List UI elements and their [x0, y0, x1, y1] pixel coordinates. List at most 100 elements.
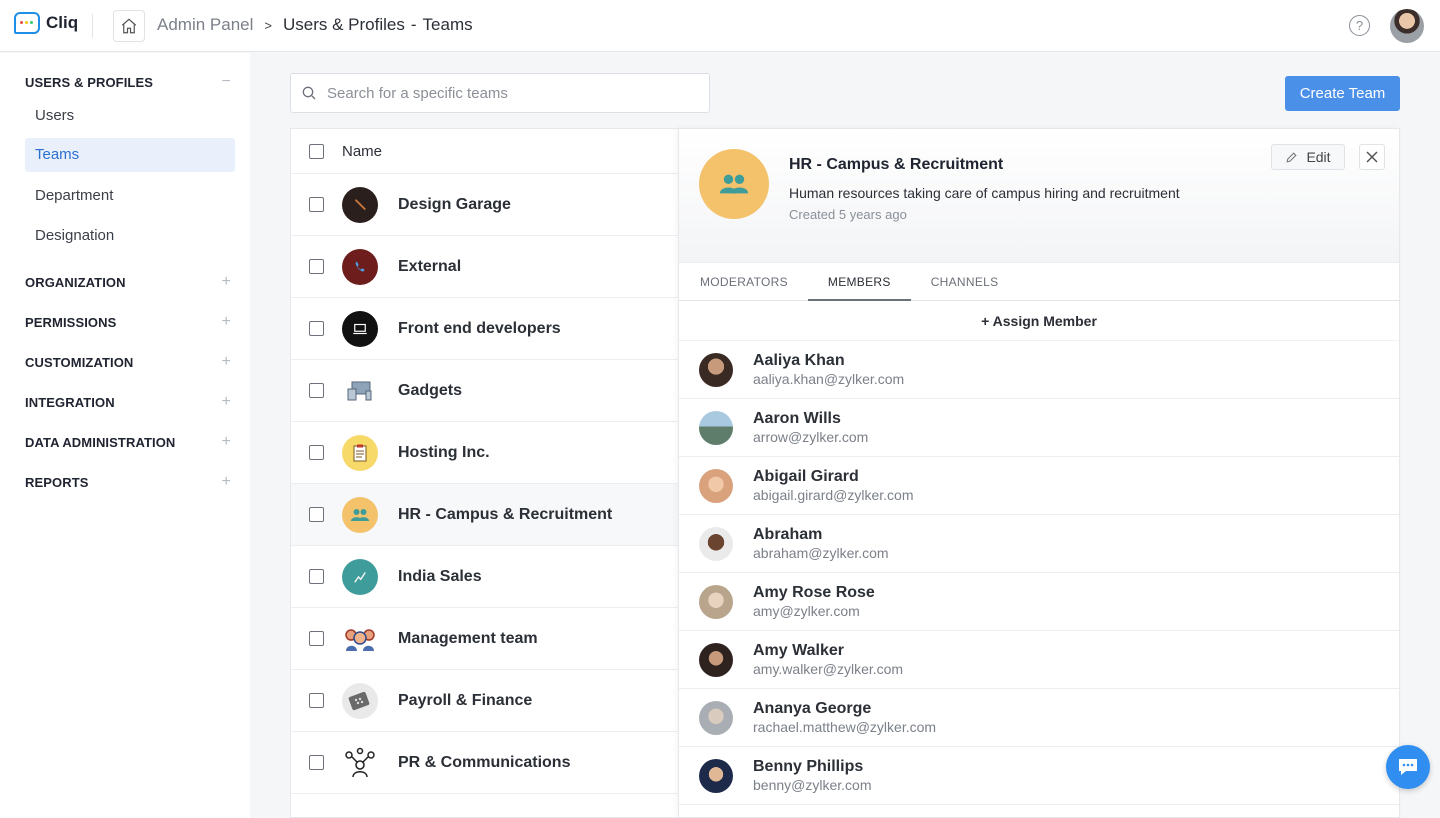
- breadcrumb-dash: -: [410, 15, 417, 34]
- name-column-header: Name: [342, 142, 383, 160]
- home-button[interactable]: [113, 10, 145, 42]
- people-icon: [351, 508, 369, 521]
- member-name: Abraham: [753, 526, 823, 543]
- team-checkbox[interactable]: [309, 259, 324, 274]
- app-logo[interactable]: Cliq: [14, 12, 78, 34]
- home-icon: [121, 18, 137, 34]
- member-avatar: [699, 352, 733, 387]
- sidebar-section-reports[interactable]: REPORTS +: [25, 473, 235, 491]
- team-checkbox[interactable]: [309, 507, 324, 522]
- member-email: aaliya.khan@zylker.com: [753, 371, 905, 387]
- team-checkbox[interactable]: [309, 569, 324, 584]
- network-people-icon: [345, 747, 375, 777]
- team-name: Hosting Inc.: [398, 443, 490, 461]
- team-avatar: [342, 496, 378, 533]
- team-row[interactable]: India Sales: [291, 546, 679, 608]
- team-checkbox[interactable]: [309, 445, 324, 460]
- collapse-icon[interactable]: −: [222, 73, 231, 91]
- breadcrumb-admin-panel[interactable]: Admin Panel: [157, 15, 253, 35]
- sidebar-section-users-profiles[interactable]: USERS & PROFILES −: [25, 73, 235, 91]
- team-avatar: [342, 186, 378, 223]
- edit-team-button[interactable]: Edit: [1271, 144, 1345, 170]
- member-email: benny@zylker.com: [753, 777, 872, 793]
- close-panel-button[interactable]: [1359, 144, 1385, 170]
- laptop-icon: [353, 323, 367, 334]
- sidebar-section-integration[interactable]: INTEGRATION +: [25, 393, 235, 411]
- team-name: External: [398, 257, 462, 275]
- team-name: Design Garage: [398, 195, 511, 213]
- sidebar-item-teams[interactable]: Teams: [25, 138, 235, 172]
- search-input[interactable]: [327, 84, 687, 102]
- edit-label: Edit: [1306, 149, 1331, 165]
- sidebar-section-customization[interactable]: CUSTOMIZATION +: [25, 353, 235, 371]
- team-row[interactable]: PR & Communications: [291, 732, 679, 794]
- expand-icon[interactable]: +: [222, 393, 231, 411]
- team-row[interactable]: Design Garage: [291, 174, 679, 236]
- team-avatar: [342, 558, 378, 595]
- member-name: Amy Walker: [753, 642, 844, 659]
- team-checkbox[interactable]: [309, 197, 324, 212]
- people-icon: [719, 174, 749, 194]
- team-checkbox[interactable]: [309, 693, 324, 708]
- team-name: Front end developers: [398, 319, 561, 337]
- chat-bubble-icon: [1399, 759, 1417, 775]
- team-row[interactable]: Front end developers: [291, 298, 679, 360]
- team-name: HR - Campus & Recruitment: [398, 505, 613, 523]
- team-list-header: Name: [291, 129, 679, 174]
- devices-icon: [347, 381, 372, 400]
- select-all-checkbox[interactable]: [309, 143, 324, 159]
- member-avatar: [699, 526, 733, 561]
- user-avatar[interactable]: [1390, 9, 1424, 43]
- team-row[interactable]: Management team: [291, 608, 679, 670]
- team-checkbox[interactable]: [309, 755, 324, 770]
- team-row[interactable]: External: [291, 236, 679, 298]
- member-row[interactable]: Aaron Wills arrow@zylker.com: [679, 399, 1399, 457]
- member-avatar: [699, 758, 733, 793]
- expand-icon[interactable]: +: [222, 473, 231, 491]
- member-row[interactable]: Amy Walker amy.walker@zylker.com: [679, 631, 1399, 689]
- app-name: Cliq: [46, 13, 79, 32]
- team-name: India Sales: [398, 567, 482, 585]
- member-row[interactable]: Benny Phillips benny@zylker.com: [679, 747, 1399, 805]
- team-checkbox[interactable]: [309, 383, 324, 398]
- help-icon[interactable]: ?: [1349, 15, 1370, 36]
- team-row[interactable]: Gadgets: [291, 360, 679, 422]
- member-row[interactable]: Aaliya Khan aaliya.khan@zylker.com: [679, 341, 1399, 399]
- chat-support-button[interactable]: [1386, 745, 1430, 789]
- team-search[interactable]: [290, 73, 710, 113]
- team-checkbox[interactable]: [309, 321, 324, 336]
- member-row[interactable]: Abigail Girard abigail.girard@zylker.com: [679, 457, 1399, 515]
- assign-member-button[interactable]: + Assign Member: [679, 301, 1399, 341]
- group-icon: [345, 628, 375, 651]
- team-row[interactable]: Hosting Inc.: [291, 422, 679, 484]
- tab-members[interactable]: MEMBERS: [807, 263, 911, 301]
- sidebar: USERS & PROFILES − Users Teams Departmen…: [0, 53, 250, 818]
- member-email: amy@zylker.com: [753, 603, 860, 619]
- chart-icon: [354, 571, 366, 583]
- team-avatar: [342, 434, 378, 471]
- sidebar-section-organization[interactable]: ORGANIZATION +: [25, 273, 235, 291]
- member-name: Abigail Girard: [753, 468, 859, 485]
- sidebar-item-designation[interactable]: Designation: [25, 219, 235, 253]
- sidebar-section-permissions[interactable]: PERMISSIONS +: [25, 313, 235, 331]
- member-row[interactable]: Abraham abraham@zylker.com: [679, 515, 1399, 573]
- create-team-button[interactable]: Create Team: [1285, 76, 1400, 111]
- member-avatar: [699, 642, 733, 677]
- member-row[interactable]: Amy Rose Rose amy@zylker.com: [679, 573, 1399, 631]
- expand-icon[interactable]: +: [222, 433, 231, 451]
- phone-icon: [355, 261, 365, 272]
- member-row[interactable]: Ananya George rachael.matthew@zylker.com: [679, 689, 1399, 747]
- tab-moderators[interactable]: MODERATORS: [700, 263, 788, 301]
- member-name: Benny Phillips: [753, 758, 864, 775]
- team-row[interactable]: HR - Campus & Recruitment: [291, 484, 679, 546]
- sidebar-item-department[interactable]: Department: [25, 179, 235, 213]
- team-row[interactable]: Payroll & Finance: [291, 670, 679, 732]
- sidebar-section-data-administration[interactable]: DATA ADMINISTRATION +: [25, 433, 235, 451]
- sidebar-item-users[interactable]: Users: [25, 99, 235, 133]
- expand-icon[interactable]: +: [222, 273, 231, 291]
- expand-icon[interactable]: +: [222, 353, 231, 371]
- expand-icon[interactable]: +: [222, 313, 231, 331]
- top-divider: [92, 14, 93, 38]
- team-checkbox[interactable]: [309, 631, 324, 646]
- tab-channels[interactable]: CHANNELS: [931, 263, 999, 301]
